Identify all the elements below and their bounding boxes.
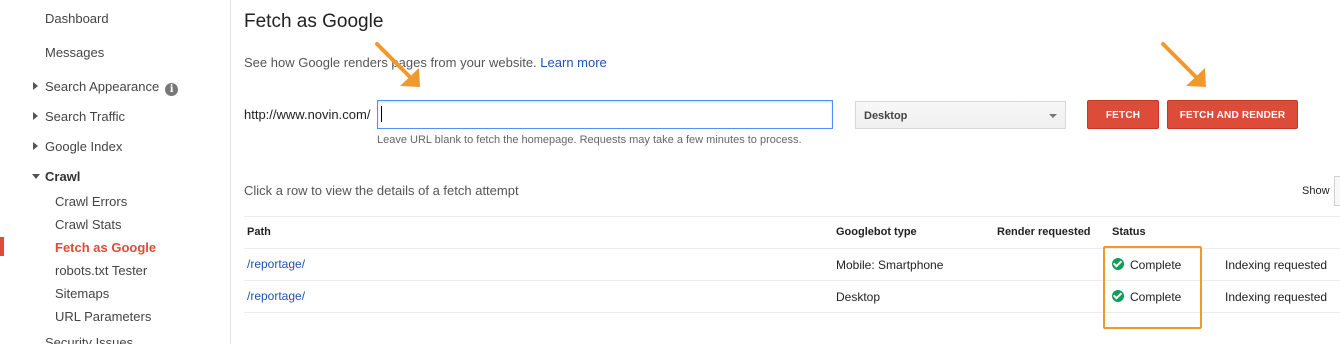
arrow-icon (375, 42, 414, 81)
arrow-icon (1161, 42, 1200, 81)
annotation-arrows (375, 42, 1206, 87)
